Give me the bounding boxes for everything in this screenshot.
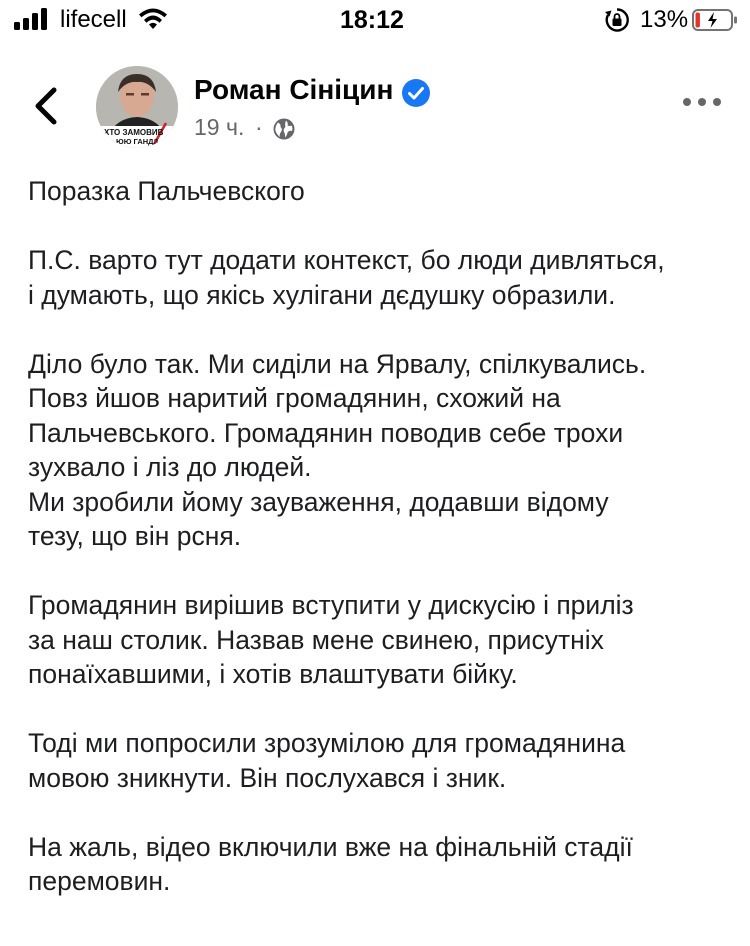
post-paragraph: Тоді ми попросили зрозумілою для громадя…	[28, 728, 626, 793]
status-bar: lifecell 18:12 13%	[0, 0, 750, 44]
post-paragraph: Громадянин вирішив вступити у дискусію і…	[28, 590, 634, 689]
avatar[interactable]: ХТО ЗАМОВИВ ЮЮ ГАНДЗ	[96, 66, 178, 148]
post-paragraph: На жаль, відео включили вже на фінальній…	[28, 831, 633, 897]
meta-separator: ·	[255, 114, 263, 140]
author-name[interactable]: Роман Сініцин	[194, 74, 393, 106]
post-paragraph: Поразка Пальчевского	[28, 176, 305, 206]
post-text: Поразка Пальчевского П.С. варто тут дода…	[28, 174, 734, 899]
avatar-photo: ХТО ЗАМОВИВ ЮЮ ГАНДЗ	[96, 66, 178, 148]
signal-bars-icon	[14, 8, 47, 30]
avatar-caption-line1: ХТО ЗАМОВИВ	[104, 128, 164, 137]
post-paragraph: Діло було так. Ми сиділи на Ярвалу, спіл…	[28, 348, 647, 552]
battery-low-icon	[692, 9, 737, 31]
wifi-icon	[139, 8, 167, 29]
post-header: ХТО ЗАМОВИВ ЮЮ ГАНДЗ Роман Сініцин 19 ч.…	[0, 56, 750, 156]
globe-icon	[273, 118, 295, 140]
orientation-lock-icon	[605, 8, 629, 32]
battery-percent: 13%	[640, 6, 689, 33]
carrier-name: lifecell	[60, 6, 127, 33]
post-timestamp[interactable]: 19 ч.	[194, 114, 244, 141]
verified-badge-icon	[402, 79, 430, 107]
avatar-caption-line2: ЮЮ ГАНДЗ	[116, 137, 159, 146]
post-paragraph: П.С. варто тут додати контекст, бо люди …	[28, 245, 665, 310]
more-options-icon[interactable]	[680, 92, 724, 112]
back-chevron-icon[interactable]	[30, 84, 64, 128]
status-time: 18:12	[340, 6, 404, 34]
